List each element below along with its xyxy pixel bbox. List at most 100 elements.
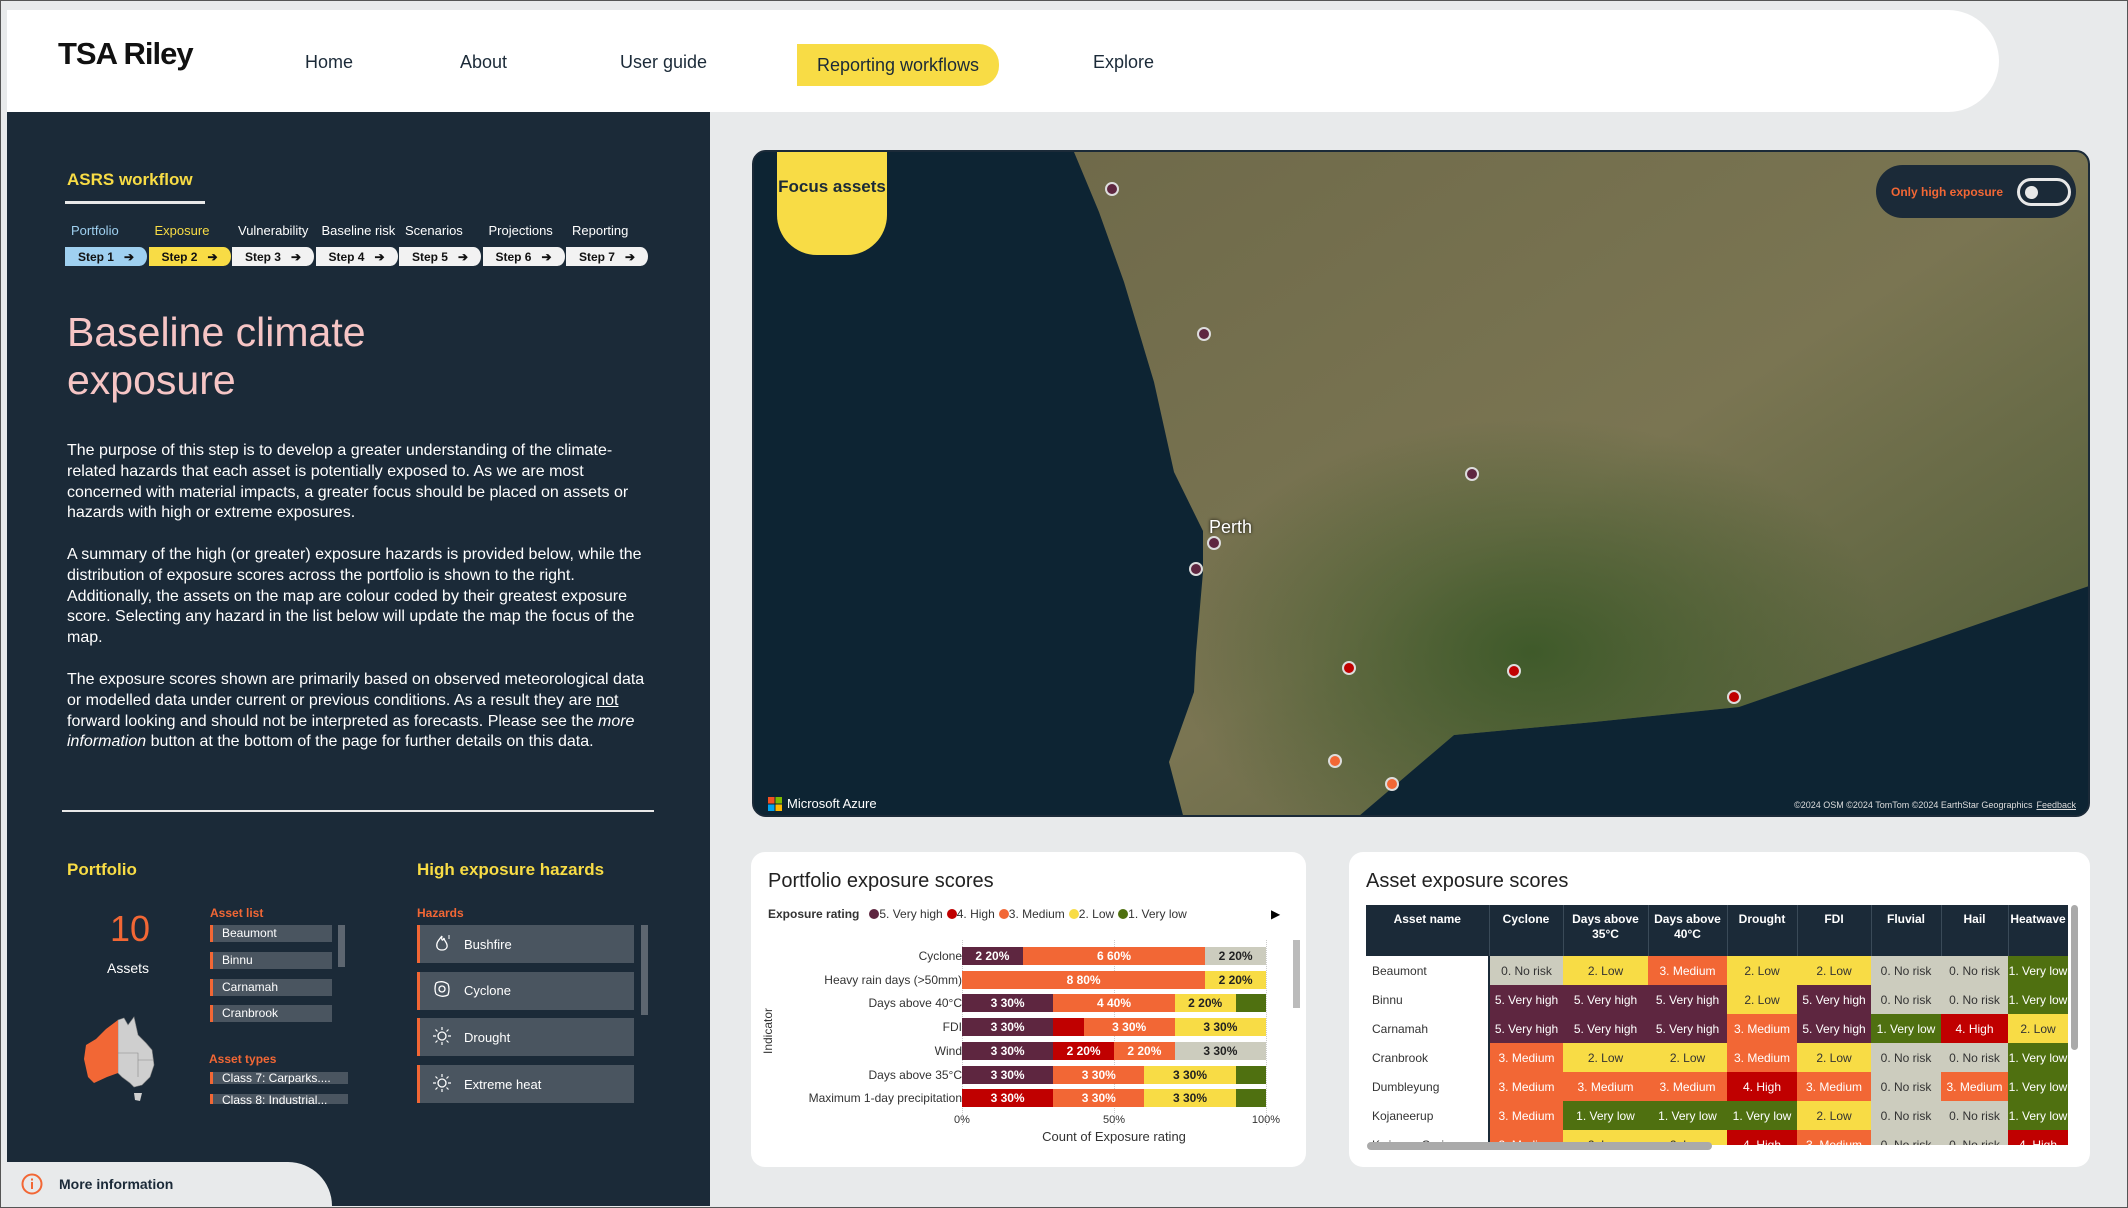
hazard-item[interactable]: Drought [417,1018,634,1057]
table-vertical-scrollbar[interactable] [2071,905,2078,1050]
bar-segment[interactable]: 3 30% [1083,1018,1175,1037]
bar-segment[interactable]: 2 20% [1205,970,1266,989]
bar-segment[interactable]: 8 80% [962,970,1206,989]
asset-marker[interactable] [1385,777,1399,791]
bar-segment[interactable]: 3 30% [962,1041,1054,1060]
asset-type-item[interactable]: Class 7: Carparks.... [210,1072,348,1084]
score-cell: 1. Very low [2008,1072,2068,1101]
step-button-5[interactable]: Step 5 ➔ [399,247,483,266]
nav-home[interactable]: Home [305,52,353,73]
asset-marker[interactable] [1328,754,1342,768]
asset-type-item[interactable]: Class 8: Industrial... [210,1094,348,1104]
bar-segment[interactable]: 3 30% [962,1065,1054,1084]
bar-segment[interactable] [1053,1018,1084,1037]
nav-about[interactable]: About [460,52,507,73]
asset-list-item[interactable]: Cranbrook [210,1005,332,1022]
asset-marker[interactable] [1207,536,1221,550]
step-button-2[interactable]: Step 2 ➔ [148,247,233,266]
asset-list-scrollbar[interactable] [338,925,345,967]
only-high-exposure-toggle[interactable]: Only high exposure [1876,165,2076,218]
bar-segment[interactable]: 2 20% [1174,994,1236,1013]
asset-marker[interactable] [1197,327,1211,341]
nav-explore[interactable]: Explore [1093,52,1154,73]
asset-marker[interactable] [1465,467,1479,481]
asset-list-item[interactable]: Binnu [210,952,332,969]
column-header[interactable]: Cyclone [1489,905,1564,956]
chart-scrollbar[interactable] [1293,940,1300,1008]
bar-segment[interactable]: 3 30% [962,1018,1054,1037]
legend-item[interactable]: 5. Very high [869,907,943,921]
table-row[interactable]: Dumbleyung 3. Medium 3. Medium 3. Medium 4. … [1366,1072,2068,1101]
bar-segment[interactable] [1235,1065,1266,1084]
bar-segment[interactable]: 3 30% [1144,1065,1236,1084]
bar-segment[interactable]: 4 40% [1053,994,1175,1013]
step-text: Step 7 [578,249,615,264]
feedback-link[interactable]: Feedback [2036,800,2076,810]
asset-marker[interactable] [1727,690,1741,704]
city-label-perth: Perth [1209,517,1253,537]
hazard-item[interactable]: Bushfire [417,925,634,963]
bar-segment[interactable]: 2 20% [1205,947,1266,965]
legend-item[interactable]: 1. Very low [1118,907,1187,921]
step-button-4[interactable]: Step 4 ➔ [315,247,400,266]
nav-user-guide[interactable]: User guide [620,52,707,73]
hazard-list-scrollbar[interactable] [641,925,648,1015]
arrow-right-icon: ➔ [207,249,218,264]
satellite-map[interactable] [754,152,2090,817]
bar-segment[interactable]: 3 30% [1053,1065,1145,1084]
column-header[interactable]: Days above 35°C [1563,905,1649,956]
bar-segment[interactable] [1235,994,1266,1013]
step-text: Step 6 [495,249,532,264]
step-button-3[interactable]: Step 3 ➔ [232,247,316,266]
column-header[interactable]: Fluvial [1871,905,1942,956]
more-information-button[interactable]: More information [7,1162,332,1206]
step-button-1[interactable]: Step 1 ➔ [65,247,149,266]
bar-segment[interactable]: 3 30% [962,994,1054,1013]
logo[interactable]: TSA Riley [58,36,194,72]
score-cell: 1. Very low [1871,1014,1941,1043]
table-row[interactable]: Cranbrook 3. Medium 2. Low 2. Low 3. Medium 2… [1366,1043,2068,1072]
bar-segment[interactable]: 6 60% [1022,947,1206,965]
step-button-6[interactable]: Step 6 ➔ [482,247,567,266]
asset-list-item[interactable]: Beaumont [210,925,332,942]
step-button-7[interactable]: Step 7 ➔ [566,247,650,266]
legend-next-icon[interactable]: ▶ [1271,907,1280,921]
table-row[interactable]: Carnamah 5. Very high 5. Very high 5. Very … [1366,1014,2068,1043]
focus-assets-tab[interactable]: Focus assets [777,152,887,255]
asset-marker[interactable] [1189,562,1203,576]
table-horizontal-scrollbar[interactable] [1367,1142,1712,1150]
map[interactable]: Perth Focus assets Only high exposure Mi… [752,150,2090,817]
score-cell: 5. Very high [1648,1014,1727,1043]
toggle-switch[interactable] [2017,177,2072,206]
bar-segment[interactable]: 3 30% [1053,1089,1145,1108]
bar-segment[interactable]: 3 30% [1144,1089,1236,1108]
nav-reporting-workflows[interactable]: Reporting workflows [797,44,999,86]
column-header[interactable]: Heatwave [2008,905,2068,956]
asset-marker[interactable] [1342,661,1356,675]
column-header[interactable]: Days above 40°C [1648,905,1728,956]
bar-segment[interactable]: 3 30% [1174,1041,1266,1060]
table-row[interactable]: Beaumont 0. No risk 2. Low 3. Medium 2. Low 2… [1366,956,2068,985]
bar-segment[interactable] [1235,1089,1266,1108]
legend-item[interactable]: 4. High [946,907,995,921]
column-header[interactable]: Asset name [1366,905,1490,956]
bar-segment[interactable]: 2 20% [1053,1041,1114,1060]
bar-segment[interactable]: 2 20% [962,947,1023,965]
column-header[interactable]: Drought [1727,905,1798,956]
table-row[interactable]: Binnu 5. Very high 5. Very high 5. Very hig… [1366,985,2068,1014]
hazard-item[interactable]: Cyclone [417,971,634,1010]
asset-marker[interactable] [1507,664,1521,678]
asset-list-item[interactable]: Carnamah [210,979,332,996]
legend-item[interactable]: 2. Low [1068,907,1114,921]
column-header[interactable]: FDI [1797,905,1872,956]
asset-marker[interactable] [1105,182,1119,196]
step-label: Scenarios [405,223,463,238]
column-header[interactable]: Hail [1941,905,2009,956]
bar-segment[interactable]: 3 30% [1174,1018,1266,1037]
legend-item[interactable]: 3. Medium [998,907,1065,921]
score-cell: 2. Low [2008,1014,2068,1043]
table-row[interactable]: Kojaneerup 3. Medium 1. Very low 1. Very lo… [1366,1101,2068,1130]
bar-segment[interactable]: 2 20% [1114,1041,1175,1060]
bar-segment[interactable]: 3 30% [962,1089,1054,1108]
hazard-item[interactable]: Extreme heat [417,1065,634,1104]
